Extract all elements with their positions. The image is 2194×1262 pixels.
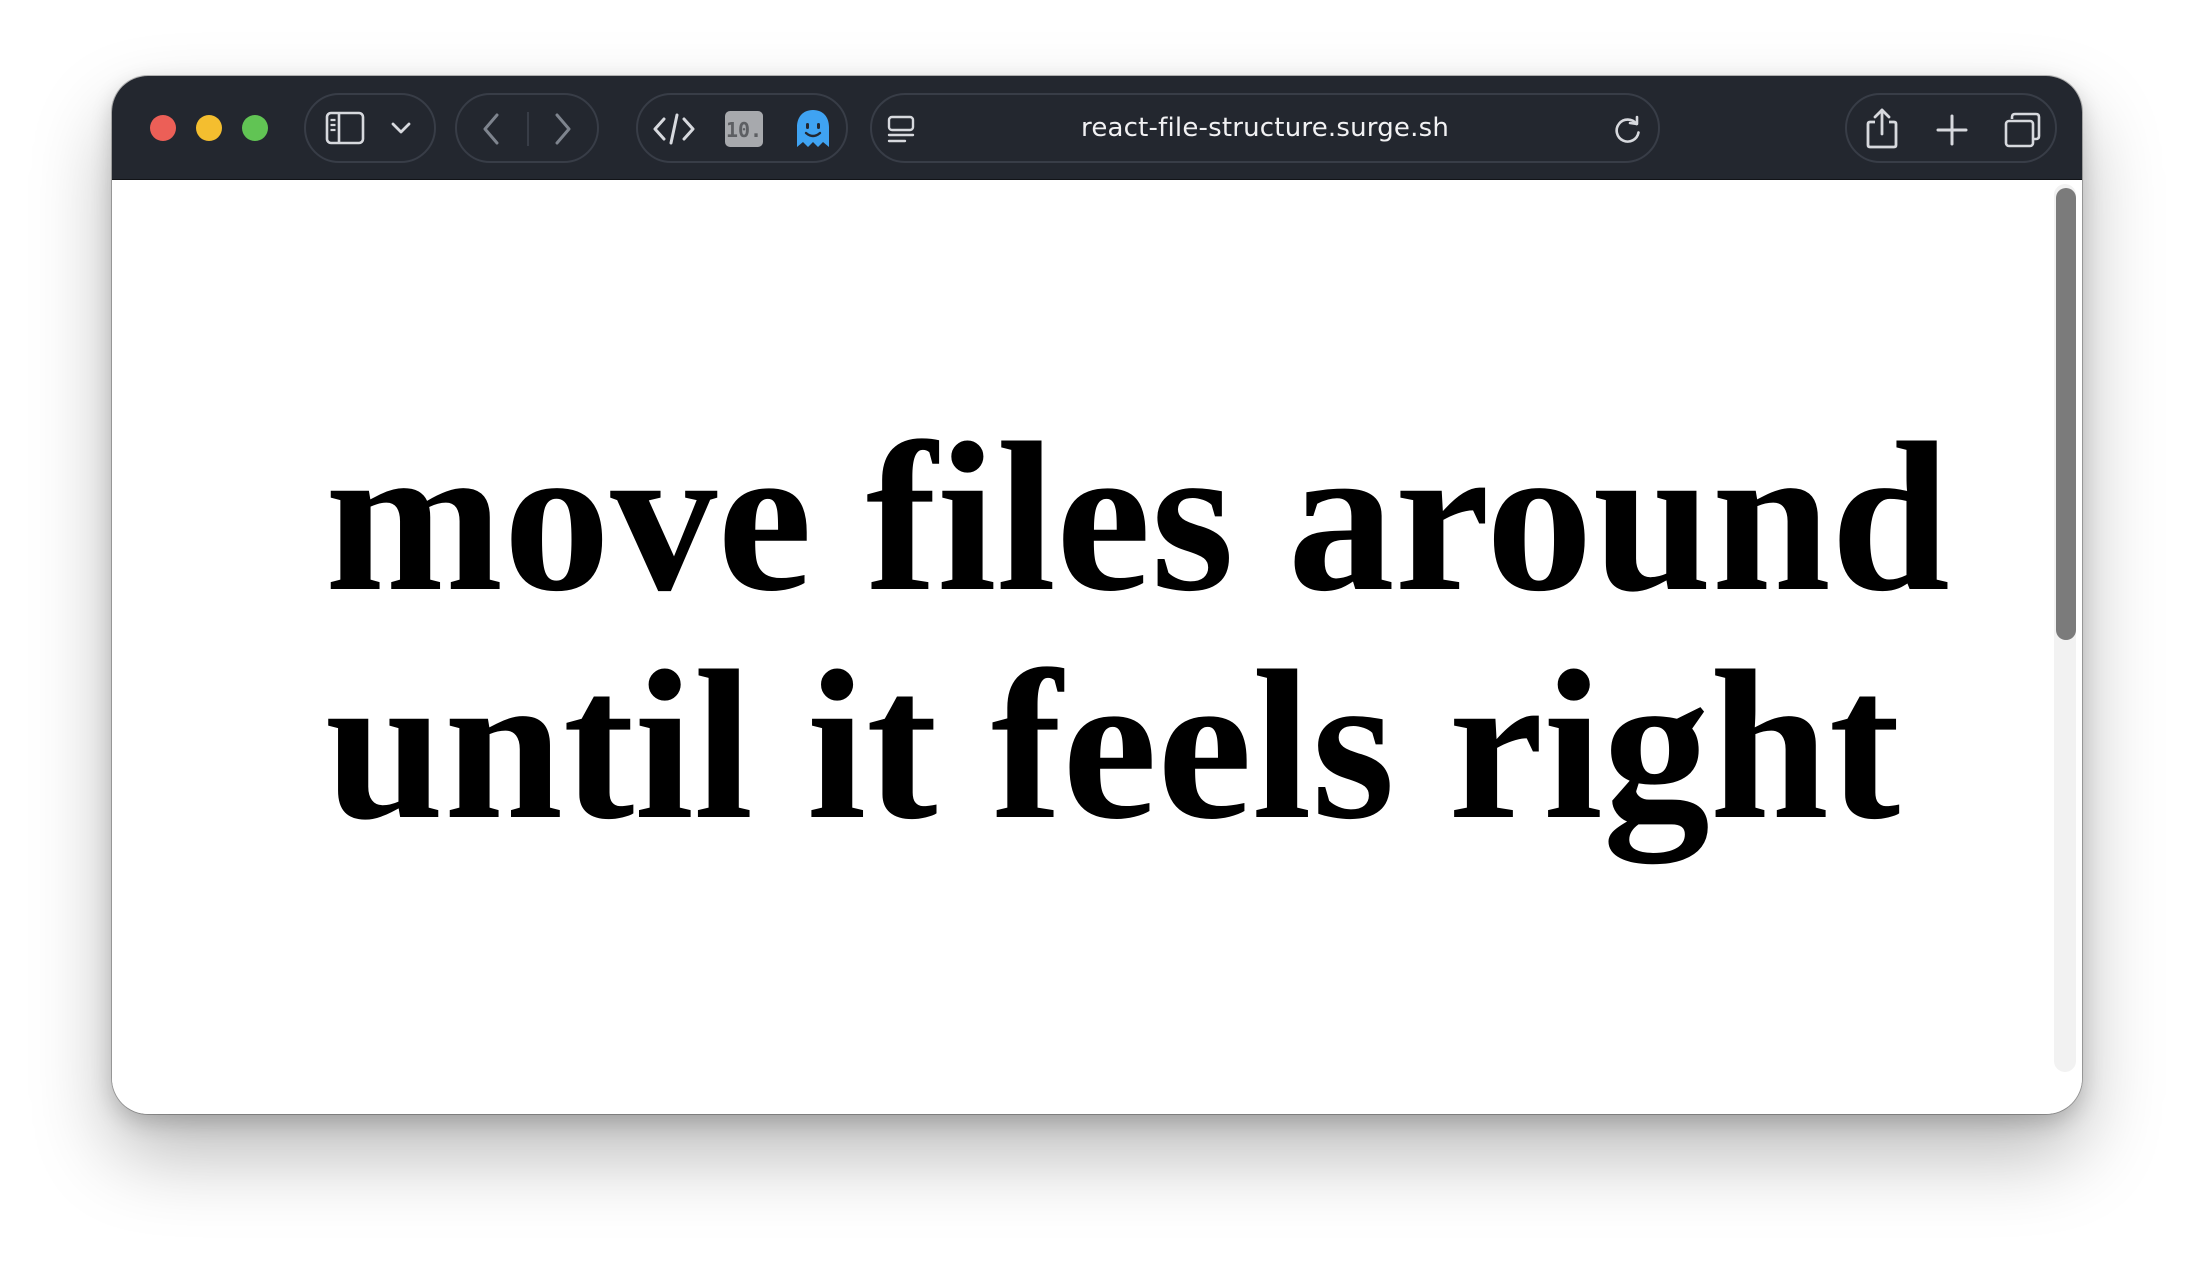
browser-toolbar: 10. react-file-structure.surge.sh xyxy=(112,76,2082,180)
browser-window: 10. react-file-structure.surge.sh move f… xyxy=(112,76,2082,1114)
window-actions-group xyxy=(1845,93,2057,163)
scrollbar-thumb[interactable] xyxy=(2056,188,2076,640)
back-icon[interactable] xyxy=(479,112,505,146)
new-tab-icon[interactable] xyxy=(1935,113,1969,147)
forward-icon[interactable] xyxy=(549,112,575,146)
share-icon[interactable] xyxy=(1863,105,1901,151)
nav-divider xyxy=(527,112,529,146)
extension-badge-label: 10. xyxy=(726,118,762,142)
sidebar-toggle-group xyxy=(304,93,436,163)
web-content: move files around until it feels right xyxy=(112,180,2082,1114)
code-icon[interactable] xyxy=(652,111,696,147)
minimize-window-button[interactable] xyxy=(196,115,222,141)
close-window-button[interactable] xyxy=(150,115,176,141)
maximize-window-button[interactable] xyxy=(242,115,268,141)
headline-line-2: until it feels right xyxy=(325,627,1901,864)
address-bar[interactable]: react-file-structure.surge.sh xyxy=(870,93,1660,163)
tabs-overview-icon[interactable] xyxy=(2003,111,2043,149)
extensions-group: 10. xyxy=(636,93,848,163)
chevron-down-icon[interactable] xyxy=(390,119,412,137)
sidebar-icon[interactable] xyxy=(324,110,366,146)
page-headline: move files around until it feels right xyxy=(325,399,1950,864)
navigation-group xyxy=(455,93,599,163)
extension-badge-icon[interactable]: 10. xyxy=(724,110,764,148)
headline-line-1: move files around xyxy=(325,399,1950,636)
ghost-icon[interactable] xyxy=(794,108,832,150)
reload-icon[interactable] xyxy=(1612,114,1644,146)
url-text: react-file-structure.surge.sh xyxy=(1081,113,1449,143)
